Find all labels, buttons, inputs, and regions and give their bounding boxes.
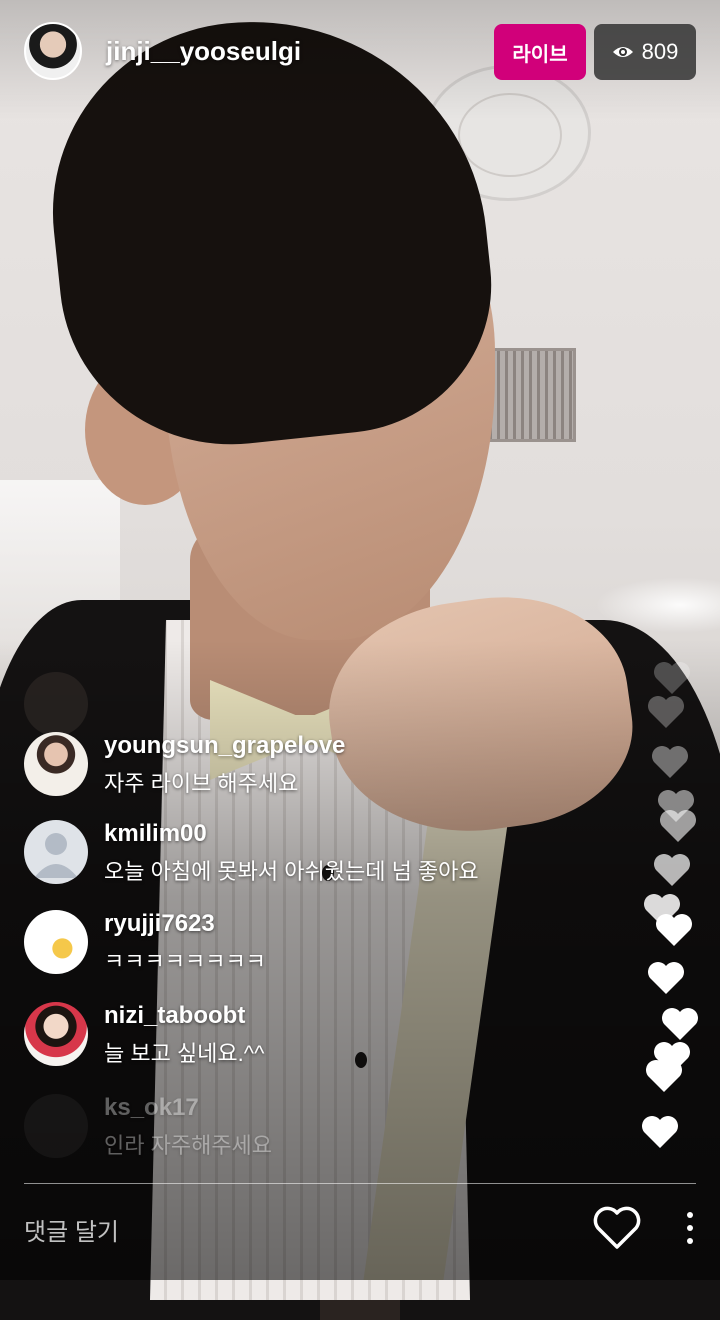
comment-avatar[interactable] — [24, 1002, 88, 1066]
heart-icon — [656, 914, 692, 946]
footer-divider — [24, 1183, 696, 1184]
comment-username[interactable]: youngsun_grapelove — [104, 732, 345, 760]
heart-icon — [648, 962, 684, 994]
comment-username[interactable]: nizi_taboobt — [104, 1002, 245, 1030]
comment-avatar[interactable] — [24, 820, 88, 884]
comment-text: 오늘 아침에 못봐서 아쉬웠는데 넘 좋아요 — [104, 859, 479, 884]
comment-item: youngsun_grapelove 자주 라이브 해주세요 — [24, 730, 604, 810]
comment-item: kmilim00 오늘 아침에 못봐서 아쉬웠는데 넘 좋아요 — [24, 818, 604, 898]
heart-icon — [642, 1116, 678, 1148]
heart-outline-icon[interactable] — [592, 1205, 642, 1251]
floating-hearts — [636, 660, 716, 1160]
comment-avatar — [24, 672, 88, 736]
heart-icon — [646, 1060, 682, 1092]
comment-avatar[interactable] — [24, 732, 88, 796]
comment-username[interactable]: ks_ok17 — [104, 1094, 199, 1122]
heart-icon — [648, 696, 684, 728]
heart-icon — [654, 854, 690, 886]
broadcaster-username[interactable]: jinji__yooseulgi — [106, 36, 301, 67]
comment-text: 인라 자주해주세요 — [104, 1133, 273, 1158]
comment-avatar[interactable] — [24, 910, 88, 974]
default-user-icon — [34, 833, 78, 878]
comment-item: ryujji7623 ㅋㅋㅋㅋㅋㅋㅋㅋ — [24, 908, 604, 988]
more-vertical-icon[interactable] — [680, 1208, 700, 1248]
comment-username[interactable]: ryujji7623 — [104, 910, 215, 938]
broadcaster-avatar[interactable] — [24, 22, 82, 80]
comment-avatar[interactable] — [24, 1094, 88, 1158]
comment-input[interactable]: 댓글 달기 — [24, 1212, 119, 1247]
eye-icon — [612, 47, 633, 57]
viewer-count: 809 — [641, 39, 679, 64]
comment-text: 자주 라이브 해주세요 — [104, 771, 299, 796]
heart-icon — [660, 810, 696, 842]
comment-text: 늘 보고 싶네요.^^ — [104, 1041, 265, 1066]
live-badge: 라이브 — [494, 24, 586, 80]
heart-icon — [654, 662, 690, 694]
comment-item: ks_ok17 인라 자주해주세요 — [24, 1092, 604, 1172]
comment-text: ㅋㅋㅋㅋㅋㅋㅋㅋ — [104, 949, 266, 974]
comment-username[interactable]: kmilim00 — [104, 820, 207, 848]
heart-icon — [662, 1008, 698, 1040]
viewer-count-badge[interactable]: 809 — [594, 24, 696, 80]
live-header: jinji__yooseulgi 라이브 809 — [0, 0, 720, 100]
comment-item: nizi_taboobt 늘 보고 싶네요.^^ — [24, 1000, 604, 1080]
heart-icon — [652, 746, 688, 778]
